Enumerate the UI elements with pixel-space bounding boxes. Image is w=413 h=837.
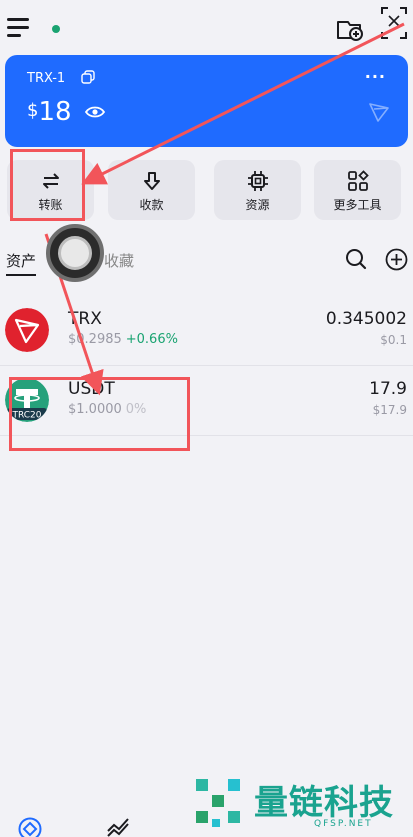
watermark-logo-icon bbox=[196, 779, 240, 827]
receive-label: 收款 bbox=[139, 198, 164, 212]
trx-logo-icon bbox=[5, 308, 49, 352]
asset-price: $0.2985 bbox=[68, 332, 122, 347]
resources-button[interactable]: 资源 bbox=[214, 160, 301, 220]
asset-amount: 17.9 bbox=[369, 379, 407, 399]
asset-price-line: $1.0000 0% bbox=[68, 402, 146, 417]
asset-list: TRX $0.2985 +0.66% 0.345002 $0.1 TRC20 US… bbox=[0, 296, 413, 436]
asset-amount: 0.345002 bbox=[325, 309, 407, 329]
chip-icon bbox=[247, 171, 268, 191]
resources-label: 资源 bbox=[245, 198, 270, 212]
asset-symbol: TRX bbox=[68, 309, 102, 329]
watermark-title: 量链科技 bbox=[254, 783, 394, 823]
grid-icon bbox=[347, 170, 369, 191]
asset-price-line: $0.2985 +0.66% bbox=[68, 332, 178, 347]
asset-value: $0.1 bbox=[380, 333, 407, 347]
usdt-logo-icon: TRC20 bbox=[5, 378, 49, 422]
wallet-name: TRX-1 bbox=[27, 71, 66, 86]
more-tools-button[interactable]: 更多工具 bbox=[314, 160, 401, 220]
receive-icon bbox=[143, 172, 160, 190]
action-bar: 转账 收款 资源 更多工具 bbox=[7, 160, 407, 220]
site-watermark: 量链科技 QFSP.NET bbox=[192, 773, 413, 837]
transfer-label: 转账 bbox=[38, 198, 63, 212]
network-status-dot bbox=[52, 25, 60, 33]
balance-currency: $ bbox=[27, 100, 39, 121]
eye-icon[interactable] bbox=[85, 105, 105, 119]
wallet-home-icon[interactable] bbox=[18, 817, 42, 837]
wallet-balance: $18 bbox=[27, 97, 72, 127]
receive-button[interactable]: 收款 bbox=[108, 160, 195, 220]
asset-row-trx[interactable]: TRX $0.2985 +0.66% 0.345002 $0.1 bbox=[0, 296, 413, 366]
tron-logo-icon bbox=[369, 103, 389, 122]
market-chart-icon[interactable] bbox=[106, 815, 130, 837]
hamburger-menu-icon[interactable] bbox=[7, 18, 29, 37]
search-icon[interactable] bbox=[345, 248, 367, 270]
asset-change: +0.66% bbox=[125, 332, 178, 347]
more-tools-label: 更多工具 bbox=[333, 198, 382, 212]
top-bar bbox=[0, 0, 413, 55]
tab-assets[interactable]: 资产 bbox=[6, 250, 36, 271]
active-tab-indicator bbox=[6, 274, 36, 276]
asset-price: $1.0000 bbox=[68, 402, 122, 417]
add-wallet-icon[interactable] bbox=[335, 16, 365, 42]
add-token-icon[interactable] bbox=[385, 248, 408, 271]
trc20-badge: TRC20 bbox=[11, 411, 41, 421]
tab-collectibles[interactable]: 收藏 bbox=[104, 250, 134, 271]
wallet-more-icon[interactable]: ··· bbox=[365, 67, 386, 86]
asset-value: $17.9 bbox=[372, 403, 407, 417]
asset-row-usdt[interactable]: TRC20 USDT $1.0000 0% 17.9 $17.9 bbox=[0, 366, 413, 436]
touch-cursor-indicator bbox=[46, 224, 104, 282]
watermark-subtitle: QFSP.NET bbox=[314, 819, 373, 829]
copy-icon[interactable] bbox=[81, 70, 95, 84]
asset-change: 0% bbox=[125, 402, 147, 417]
scan-icon[interactable] bbox=[380, 4, 408, 42]
wallet-card[interactable]: TRX-1 ··· $18 bbox=[5, 55, 408, 147]
asset-symbol: USDT bbox=[68, 379, 115, 399]
transfer-button[interactable]: 转账 bbox=[7, 160, 94, 220]
transfer-icon bbox=[42, 173, 59, 189]
balance-amount: 18 bbox=[38, 97, 72, 127]
